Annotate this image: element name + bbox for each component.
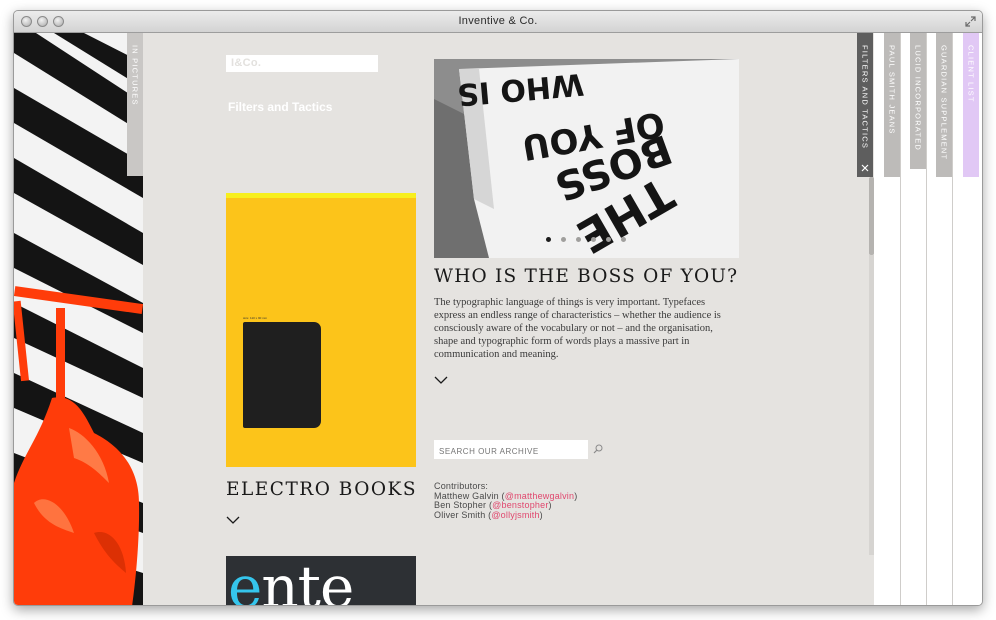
feature-title[interactable]: WHO IS THE BOSS OF YOU? bbox=[434, 266, 738, 287]
electro-books-image[interactable]: size: 110 x 90 mm bbox=[226, 193, 416, 467]
tab-client-list[interactable]: CLIENT LIST bbox=[963, 33, 979, 177]
close-icon[interactable] bbox=[860, 163, 870, 173]
notebook-graphic bbox=[243, 322, 321, 428]
slideshow-dot[interactable] bbox=[621, 237, 626, 242]
tab-filters-and-tactics[interactable]: FILTERS AND TACTICS bbox=[857, 33, 873, 177]
tab-label: PAUL SMITH JEANS bbox=[887, 45, 897, 135]
page-viewport: IN PICTURES I&Co. Filters and Tactics si… bbox=[14, 33, 982, 606]
contributor-handle-link[interactable]: @benstopher bbox=[492, 500, 548, 510]
zebra-orange-figure-image bbox=[14, 33, 143, 605]
slideshow-dot[interactable] bbox=[561, 237, 566, 242]
contributor-name: Oliver Smith bbox=[434, 509, 486, 520]
tab-guardian-supplement[interactable]: GUARDIAN SUPPLEMENT bbox=[936, 33, 952, 177]
tab-label: GUARDIAN SUPPLEMENT bbox=[939, 45, 949, 161]
slideshow-dot[interactable] bbox=[576, 237, 581, 242]
title-bar: Inventive & Co. bbox=[14, 11, 982, 33]
electro-books-title[interactable]: ELECTRO BOOKS bbox=[226, 479, 417, 500]
contributor-name: Ben Stopher bbox=[434, 500, 487, 510]
in-pictures-photo[interactable]: IN PICTURES bbox=[14, 33, 143, 605]
contributors: Contributors: Matthew Galvin (@matthewga… bbox=[434, 481, 577, 520]
search-icon[interactable] bbox=[593, 444, 603, 454]
chevron-down-icon[interactable] bbox=[434, 376, 448, 385]
fullscreen-icon[interactable] bbox=[965, 16, 976, 27]
slideshow-dot[interactable] bbox=[546, 237, 551, 242]
section-title[interactable]: Filters and Tactics bbox=[228, 100, 332, 114]
teaser-headline: ente bbox=[228, 556, 354, 606]
slideshow-dot[interactable] bbox=[591, 237, 596, 242]
contributor-handle-link[interactable]: @matthewgalvin bbox=[505, 491, 574, 501]
contributor-row: Oliver Smith (@ollyjsmith) bbox=[434, 509, 543, 520]
boss-of-you-poster: THE BOSS OF YOU WHO IS bbox=[434, 59, 739, 258]
browser-window: Inventive & Co. IN PICTURES I&Co. Filter… bbox=[13, 10, 983, 606]
strip-divider bbox=[926, 33, 927, 605]
contributor-handle-link[interactable]: @ollyjsmith bbox=[491, 510, 539, 520]
tab-in-pictures-label: IN PICTURES bbox=[130, 45, 140, 106]
window-title: Inventive & Co. bbox=[458, 15, 538, 27]
book-size-label: size: 110 x 90 mm bbox=[243, 316, 268, 320]
contributor-name: Matthew Galvin bbox=[434, 490, 499, 501]
search-archive-input[interactable] bbox=[434, 440, 588, 459]
strip-divider bbox=[952, 33, 953, 605]
tab-lucid-incorporated[interactable]: LUCID INCORPORATED bbox=[910, 33, 926, 169]
strip-divider bbox=[900, 33, 901, 605]
slideshow-dots bbox=[546, 237, 626, 242]
tab-label: LUCID INCORPORATED bbox=[913, 45, 923, 152]
feature-body: The typographic language of things is ve… bbox=[434, 297, 721, 360]
tab-label: FILTERS AND TACTICS bbox=[860, 45, 870, 150]
tab-paul-smith-jeans[interactable]: PAUL SMITH JEANS bbox=[884, 33, 900, 177]
chevron-down-icon[interactable] bbox=[226, 516, 240, 525]
tab-in-pictures[interactable]: IN PICTURES bbox=[127, 33, 143, 176]
tab-label: CLIENT LIST bbox=[966, 45, 976, 103]
site-logo[interactable]: I&Co. bbox=[226, 55, 378, 72]
slideshow-dot[interactable] bbox=[606, 237, 611, 242]
feature-slideshow-image[interactable]: THE BOSS OF YOU WHO IS bbox=[434, 59, 739, 258]
next-article-teaser[interactable]: ente bbox=[226, 556, 416, 606]
